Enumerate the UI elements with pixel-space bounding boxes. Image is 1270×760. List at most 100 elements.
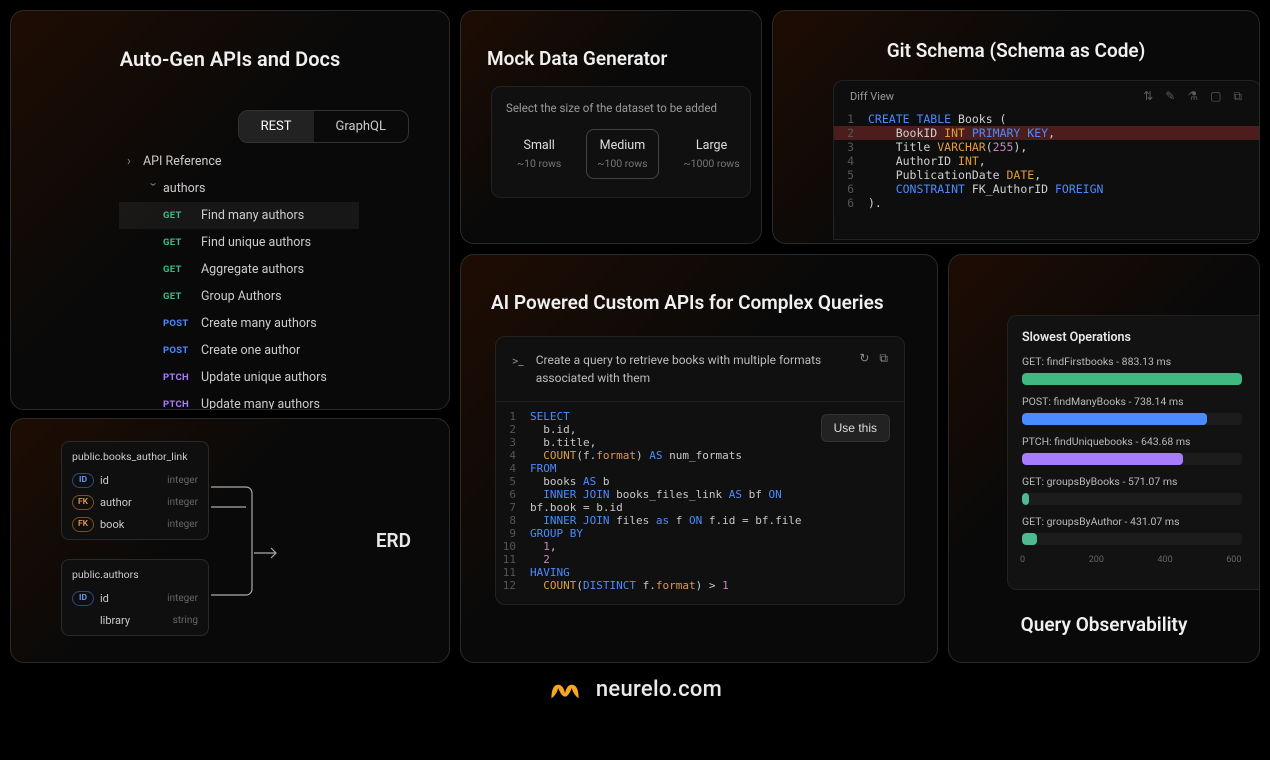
erd-relations (211, 457, 301, 627)
option-rows: ~10 rows (517, 157, 561, 170)
box-icon[interactable]: ▢ (1210, 89, 1221, 104)
use-this-button[interactable]: Use this (821, 414, 890, 442)
axis-tick: 0 (1020, 555, 1025, 565)
option-name: Medium (597, 138, 647, 153)
tree-group[interactable]: › authors (119, 175, 359, 202)
http-method-badge: GET (163, 237, 193, 248)
endpoint-label: Update unique authors (201, 370, 327, 385)
api-endpoint[interactable]: GET Find unique authors (119, 229, 359, 256)
copy-icon[interactable]: ⧉ (879, 351, 888, 366)
diff-code: 1CREATE TABLE Books (2 BookID INT PRIMAR… (834, 112, 1260, 210)
chart-axis: 0 200 400 600 (1022, 555, 1242, 569)
wand-icon[interactable]: ✎ (1165, 89, 1175, 104)
http-method-badge: PTCH (163, 372, 193, 383)
erd-column: IDidinteger (72, 469, 198, 491)
operation-item: POST: findManyBooks - 738.14 ms (1022, 395, 1245, 425)
operation-item: PTCH: findUniquebooks - 643.68 ms (1022, 435, 1245, 465)
tab-rest[interactable]: REST (239, 111, 314, 142)
card-erd: ERD public.books_author_link IDidinteger… (10, 418, 450, 663)
axis-tick: 200 (1089, 555, 1104, 565)
operation-item: GET: findFirstbooks - 883.13 ms (1022, 355, 1245, 385)
operation-label: GET: findFirstbooks - 883.13 ms (1022, 355, 1245, 368)
axis-tick: 600 (1226, 555, 1241, 565)
card-autogen-apis: Auto-Gen APIs and Docs REST GraphQL › AP… (10, 10, 450, 410)
operation-item: GET: groupsByAuthor - 431.07 ms (1022, 515, 1245, 545)
column-type: integer (167, 593, 198, 604)
dataset-size-option[interactable]: Small~10 rows (506, 129, 572, 179)
bar-fill (1022, 533, 1037, 545)
diff-header: Diff View ⇅ ✎ ⚗ ▢ ⧉ (834, 81, 1260, 112)
card-observability: Slowest Operations GET: findFirstbooks -… (948, 254, 1260, 663)
column-badge: FK (72, 517, 94, 532)
bar-track (1022, 493, 1242, 505)
dataset-size-option[interactable]: Medium~100 rows (586, 129, 658, 179)
ai-panel: >_ Create a query to retrieve books with… (495, 336, 905, 605)
erd-column: ID id integer (72, 587, 198, 609)
axis-tick: 400 (1158, 555, 1173, 565)
column-name: id (100, 592, 109, 605)
slowest-ops-panel: Slowest Operations GET: findFirstbooks -… (1007, 315, 1260, 590)
column-badge: ID (72, 591, 94, 606)
compare-icon[interactable]: ⇅ (1143, 89, 1153, 104)
diff-view-label: Diff View (850, 90, 894, 103)
api-tree: › API Reference › authors GETFind many a… (119, 148, 359, 410)
code-line: 6). (834, 196, 1260, 210)
ai-toolbar: ↻ ⧉ (859, 351, 888, 366)
bar-fill (1022, 413, 1207, 425)
tree-label: API Reference (143, 154, 222, 169)
chevron-down-icon: › (146, 183, 161, 195)
api-endpoint[interactable]: POSTCreate many authors (119, 310, 359, 337)
api-endpoint[interactable]: GET Group Authors (119, 283, 359, 310)
http-method-badge: GET (163, 291, 193, 302)
api-endpoint[interactable]: GETAggregate authors (119, 256, 359, 283)
brand-text: neurelo.com (596, 677, 722, 702)
flask-icon[interactable]: ⚗ (1187, 89, 1198, 104)
column-name: id (100, 474, 109, 487)
card-title: Query Observability (949, 613, 1259, 636)
copy-icon[interactable]: ⧉ (1233, 89, 1242, 104)
column-name: library (100, 614, 130, 627)
erd-table[interactable]: public.books_author_link IDidintegerFKau… (61, 441, 209, 540)
column-type: string (173, 615, 198, 626)
mock-panel: Select the size of the dataset to be add… (491, 86, 751, 198)
api-endpoint[interactable]: PTCH Update unique authors (119, 364, 359, 391)
code-line: 1CREATE TABLE Books ( (834, 112, 1260, 126)
refresh-icon[interactable]: ↻ (859, 351, 869, 366)
erd-table-name: public.books_author_link (72, 450, 198, 463)
endpoint-label: Create one author (201, 343, 300, 358)
erd-canvas: public.books_author_link ID id integer FKau… (61, 431, 281, 651)
endpoint-label: Group Authors (201, 289, 282, 304)
diff-toolbar: ⇅ ✎ ⚗ ▢ ⧉ (1143, 89, 1242, 104)
code-line: 5 books AS b (496, 475, 904, 488)
column-type: integer (167, 475, 198, 486)
card-title: AI Powered Custom APIs for Complex Queri… (461, 255, 937, 336)
column-type: integer (167, 519, 198, 530)
operation-label: GET: groupsByBooks - 571.07 ms (1022, 475, 1245, 488)
tab-graphql[interactable]: GraphQL (314, 111, 408, 142)
bar-fill (1022, 493, 1029, 505)
bar-track (1022, 533, 1242, 545)
operation-label: PTCH: findUniquebooks - 643.68 ms (1022, 435, 1245, 448)
api-endpoint[interactable]: GETFind many authors (119, 202, 359, 229)
api-endpoint[interactable]: PTCHUpdate many authors (119, 391, 359, 410)
terminal-icon: >_ (512, 352, 524, 387)
footer-brand: neurelo.com (0, 676, 1270, 702)
bar-track (1022, 413, 1242, 425)
operation-label: GET: groupsByAuthor - 431.07 ms (1022, 515, 1245, 528)
code-line: 6 INNER JOIN books_files_link AS bf ON (496, 488, 904, 501)
card-title: Git Schema (Schema as Code) (773, 11, 1259, 80)
dataset-size-option[interactable]: Large~1000 rows (673, 129, 751, 179)
code-line: 3 Title VARCHAR(255), (834, 140, 1260, 154)
code-line: 11HAVING (496, 566, 904, 579)
code-line: 2 BookID INT PRIMARY KEY, (834, 126, 1260, 140)
http-method-badge: GET (163, 210, 193, 221)
erd-table[interactable]: public.authors IDidintegerlibrarystring (61, 559, 209, 636)
endpoint-label: Aggregate authors (201, 262, 304, 277)
tree-root[interactable]: › API Reference (119, 148, 359, 175)
diff-panel: Diff View ⇅ ✎ ⚗ ▢ ⧉ 1CREATE TABLE Books … (833, 80, 1260, 240)
endpoint-label: Update many authors (201, 397, 320, 410)
endpoint-label: Find unique authors (201, 235, 311, 250)
api-endpoint[interactable]: POSTCreate one author (119, 337, 359, 364)
erd-column: FKauthorinteger (72, 491, 198, 513)
code-line: 8 INNER JOIN files as f ON f.id = bf.fil… (496, 514, 904, 527)
